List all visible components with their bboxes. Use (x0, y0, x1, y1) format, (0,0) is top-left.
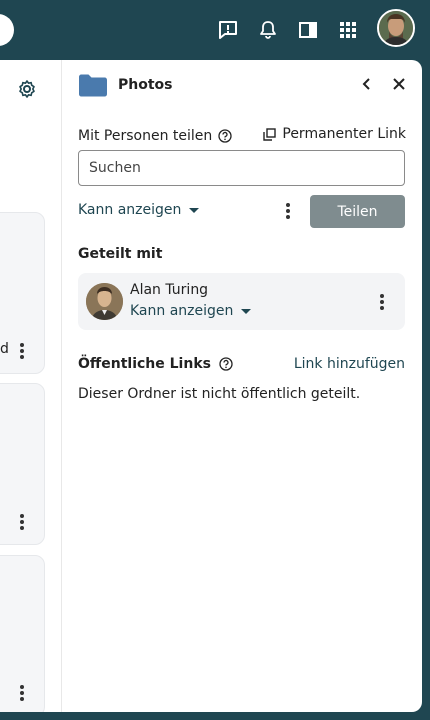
main-content: d (0, 60, 62, 712)
card-menu-icon[interactable] (14, 512, 30, 532)
shared-user-entry: Alan Turing Kann anzeigen (78, 273, 405, 330)
shared-user-menu-icon[interactable] (374, 292, 390, 312)
gear-icon[interactable] (17, 79, 37, 103)
folder-icon (79, 74, 107, 97)
permission-label: Kann anzeigen (78, 202, 182, 218)
share-search-input[interactable] (78, 150, 405, 186)
permalink-label: Permanenter Link (282, 126, 406, 142)
close-icon[interactable] (392, 76, 406, 95)
user-avatar[interactable] (377, 9, 415, 47)
permission-dropdown[interactable]: Kann anzeigen (78, 202, 200, 218)
search-pill[interactable] (0, 14, 14, 46)
more-options-icon[interactable] (280, 201, 296, 221)
shared-user-name: Alan Turing (130, 282, 209, 298)
public-links-title: Öffentliche Links (78, 356, 211, 372)
card-label-fragment: d (0, 341, 9, 357)
not-shared-text: Dieser Ordner ist nicht öffentlich getei… (78, 386, 361, 402)
help-icon[interactable] (218, 129, 232, 143)
share-button[interactable]: Teilen (310, 195, 405, 228)
public-links-row: Öffentliche Links Link hinzufügen (78, 356, 405, 372)
share-label-row: Mit Personen teilen Permanenter Link (78, 126, 406, 146)
feedback-icon[interactable] (216, 18, 240, 42)
shared-user-permission-dropdown[interactable]: Kann anzeigen (130, 303, 252, 319)
card-menu-icon[interactable] (14, 341, 30, 361)
copy-icon (263, 127, 277, 141)
share-label: Mit Personen teilen (78, 128, 213, 144)
caret-down-icon (189, 207, 200, 213)
avatar (86, 283, 123, 320)
caret-down-icon (241, 308, 252, 314)
bell-icon[interactable] (256, 18, 280, 42)
sidebar-header: Photos (78, 72, 408, 98)
help-icon[interactable] (219, 357, 233, 371)
shared-user-permission: Kann anzeigen (130, 303, 234, 319)
shared-with-title: Geteilt mit (78, 246, 163, 262)
permalink-button[interactable]: Permanenter Link (263, 126, 406, 142)
top-bar (0, 0, 430, 60)
sharing-sidebar: Photos Mit Personen teilen Permanenter L… (62, 60, 422, 712)
sidebar-title: Photos (118, 77, 173, 93)
add-link-button[interactable]: Link hinzufügen (294, 356, 405, 372)
chevron-left-icon[interactable] (360, 76, 374, 95)
apps-grid-icon[interactable] (336, 18, 360, 42)
card-menu-icon[interactable] (14, 683, 30, 703)
sidebar-toggle-icon[interactable] (296, 18, 320, 42)
